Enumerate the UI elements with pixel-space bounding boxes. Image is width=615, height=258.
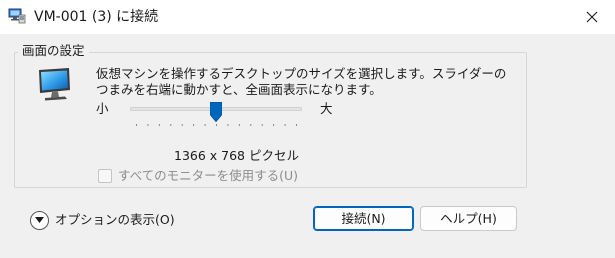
close-icon (586, 11, 598, 23)
slider-tick (170, 124, 172, 126)
all-monitors-option[interactable]: すべてのモニターを使用する(U) (98, 167, 298, 185)
slider-tick (181, 124, 183, 126)
description-line-1: 仮想マシンを操作するデスクトップのサイズを選択します。スライダーの (96, 66, 507, 81)
expand-options-icon[interactable] (30, 210, 49, 230)
slider-tick (284, 124, 286, 126)
slider-tick (227, 124, 229, 126)
slider-tick (158, 124, 160, 126)
slider-tick (136, 124, 137, 126)
slider-tick (147, 124, 149, 126)
description-line-2: つまみを右端に動かすと、全画面表示になります。 (96, 82, 382, 97)
slider-tick (216, 124, 217, 126)
title-bar: VM-001 (3) に接続 (0, 0, 615, 34)
all-monitors-checkbox[interactable] (98, 169, 112, 183)
connect-button[interactable]: 接続(N) (313, 206, 414, 231)
show-options-label: オプションの表示(O) (55, 212, 175, 227)
slider-tick (296, 124, 297, 126)
slider-max-label: 大 (320, 101, 333, 116)
slider-min-label: 小 (96, 101, 109, 116)
slider-tick (261, 124, 263, 126)
close-button[interactable] (578, 4, 606, 30)
slider-tick (204, 124, 206, 126)
all-monitors-label: すべてのモニターを使用する(U) (118, 168, 299, 183)
slider-tick (250, 124, 252, 126)
resolution-readout: 1366 x 768 ピクセル (174, 148, 299, 163)
display-settings-title: 画面の設定 (18, 43, 89, 59)
vm-connect-app-icon (8, 8, 26, 24)
monitor-icon (39, 68, 70, 101)
help-button[interactable]: ヘルプ(H) (420, 206, 517, 231)
slider-tick (238, 124, 240, 126)
chevron-down-icon (35, 217, 44, 223)
display-size-slider[interactable] (130, 102, 304, 132)
connect-dialog: VM-001 (3) に接続 画面の設定 仮想マシンを操作するデスクトップのサイ… (0, 0, 615, 258)
slider-tick (193, 124, 195, 126)
slider-thumb[interactable] (210, 102, 222, 122)
window-title: VM-001 (3) に接続 (34, 9, 159, 25)
slider-tick (273, 124, 275, 126)
description: 仮想マシンを操作するデスクトップのサイズを選択します。スライダーの つまみを右端… (96, 66, 516, 98)
show-options-toggle[interactable]: オプションの表示(O) (30, 209, 175, 231)
